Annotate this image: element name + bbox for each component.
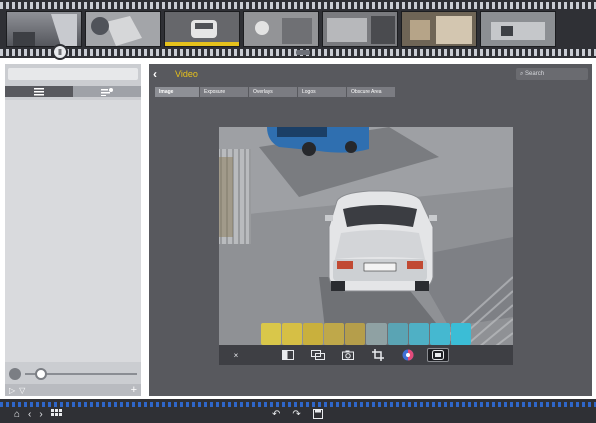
camera-thumbnail[interactable] <box>243 11 319 47</box>
settings-tabs: Image Exposure Overlays Logos Obscure Ar… <box>155 87 395 97</box>
image-tools: × <box>219 345 513 365</box>
grid-icon[interactable] <box>50 409 63 422</box>
color-filter-swatch[interactable] <box>429 323 450 345</box>
close-tools-button[interactable]: × <box>225 348 247 362</box>
back-arrow-icon[interactable]: ‹ <box>153 67 169 81</box>
camera-thumbnail[interactable] <box>480 11 556 47</box>
bottom-nav-center: ↶ ↷ <box>272 409 323 422</box>
color-filter-swatch[interactable] <box>282 323 303 345</box>
search-label: Search <box>525 71 545 77</box>
play-icon[interactable]: ▷ <box>9 386 15 395</box>
camera-thumbnail-active[interactable] <box>164 11 240 47</box>
camera-thumbnails <box>6 11 556 47</box>
layout-icon[interactable] <box>277 348 299 362</box>
tab-obscure-area[interactable]: Obscure Area <box>347 87 395 97</box>
filmstrip-drag-handle[interactable] <box>296 50 310 55</box>
sidebar-footer: ▷ ▽ + <box>5 384 141 396</box>
color-filter-swatch[interactable] <box>303 323 324 345</box>
slider-min-button[interactable] <box>9 368 21 380</box>
slider-thumb[interactable] <box>35 368 47 380</box>
sidebar-list <box>5 100 141 362</box>
color-filter-presets <box>261 323 471 345</box>
camera-thumbnail[interactable] <box>322 11 398 47</box>
main-panel: ‹ Video ⌕ Search Image Exposure Overlays… <box>149 64 592 396</box>
filmstrip-scroll-knob[interactable]: ‖ <box>52 44 68 60</box>
camera-thumbnail[interactable] <box>6 11 82 47</box>
camera-filmstrip: ‖ <box>0 0 596 60</box>
tab-exposure[interactable]: Exposure <box>200 87 248 97</box>
sidebar-tab-list[interactable] <box>5 86 73 97</box>
redo-icon[interactable]: ↷ <box>292 409 300 422</box>
color-filter-swatch[interactable] <box>261 323 282 345</box>
bottom-perforation <box>0 402 596 407</box>
sidebar-tabs <box>5 86 141 97</box>
chevron-left-icon[interactable]: ‹ <box>28 409 31 422</box>
chevron-right-icon[interactable]: › <box>39 409 42 422</box>
sidebar-zoom-slider[interactable] <box>9 368 137 380</box>
filmstrip-perforation-top <box>0 2 596 9</box>
sidebar-search-input[interactable] <box>8 68 138 80</box>
undo-icon[interactable]: ↶ <box>272 409 280 422</box>
image-toolbar: × <box>219 323 513 365</box>
bottom-nav-left: ⌂ ‹ › <box>14 409 63 422</box>
tab-image[interactable]: Image <box>155 87 199 97</box>
color-filter-swatch[interactable] <box>345 323 366 345</box>
crop-icon[interactable] <box>367 348 389 362</box>
color-filter-swatch[interactable] <box>408 323 429 345</box>
search-input[interactable]: ⌕ Search <box>516 68 588 80</box>
bottom-navigation-bar: ⌂ ‹ › ↶ ↷ <box>0 399 596 423</box>
camera-icon[interactable] <box>337 348 359 362</box>
tab-logos[interactable]: Logos <box>298 87 346 97</box>
page-title: Video <box>175 69 198 79</box>
filter-sort-icon <box>101 87 113 96</box>
home-icon[interactable]: ⌂ <box>14 409 20 422</box>
add-icon[interactable]: + <box>131 384 137 396</box>
filter-icon[interactable]: ▽ <box>19 386 25 395</box>
color-adjust-icon[interactable] <box>397 348 419 362</box>
sidebar-tab-filter[interactable] <box>73 86 141 97</box>
color-filter-swatch[interactable] <box>324 323 345 345</box>
overlay-icon[interactable] <box>427 348 449 362</box>
save-icon[interactable] <box>312 409 323 422</box>
compare-icon[interactable] <box>307 348 329 362</box>
camera-thumbnail[interactable] <box>85 11 161 47</box>
list-icon <box>34 87 44 95</box>
color-filter-swatch[interactable] <box>366 323 387 345</box>
camera-thumbnail[interactable] <box>401 11 477 47</box>
tab-overlays[interactable]: Overlays <box>249 87 297 97</box>
color-filter-swatch[interactable] <box>450 323 471 345</box>
color-filter-swatch[interactable] <box>387 323 408 345</box>
sidebar: ▷ ▽ + <box>5 64 141 396</box>
